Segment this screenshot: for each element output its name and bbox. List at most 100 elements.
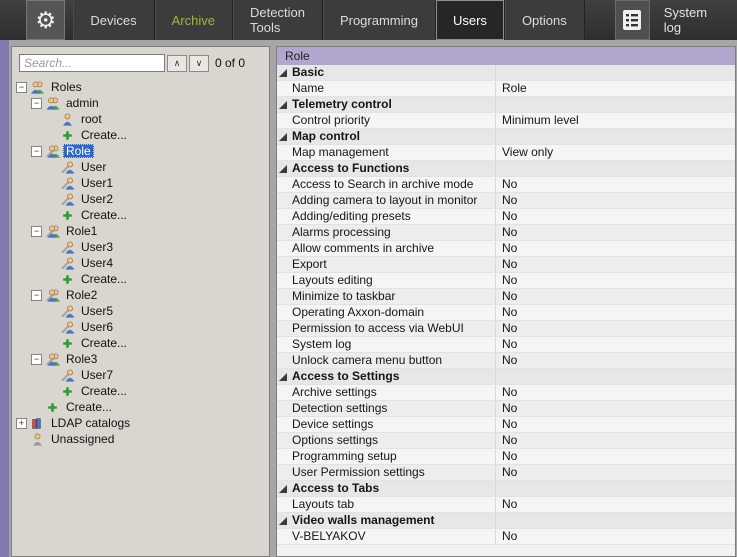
tree-item[interactable]: − Role bbox=[12, 143, 269, 159]
tree-item-label[interactable]: User3 bbox=[78, 240, 116, 254]
tree-item[interactable]: User2 bbox=[12, 191, 269, 207]
tree-item[interactable]: + LDAP catalogs bbox=[12, 415, 269, 431]
tree-item-label[interactable]: User bbox=[78, 160, 109, 174]
property-value[interactable]: No bbox=[495, 497, 735, 512]
property-group-header[interactable]: Access to Settings bbox=[277, 369, 735, 385]
tree-item-label[interactable]: Role1 bbox=[63, 224, 100, 238]
tree-item-label[interactable]: Create... bbox=[78, 384, 130, 398]
tree-item[interactable]: User1 bbox=[12, 175, 269, 191]
tree-item-label[interactable]: Create... bbox=[78, 208, 130, 222]
property-group-header[interactable]: Map control bbox=[277, 129, 735, 145]
property-value[interactable]: No bbox=[495, 449, 735, 464]
tree-indent bbox=[12, 167, 46, 168]
tab-users[interactable]: Users bbox=[436, 0, 505, 40]
property-value[interactable]: No bbox=[495, 401, 735, 416]
tab-programming[interactable]: Programming bbox=[323, 0, 436, 40]
property-group-header[interactable]: Access to Functions bbox=[277, 161, 735, 177]
tree-item[interactable]: − admin bbox=[12, 95, 269, 111]
property-group-header[interactable]: Video walls management bbox=[277, 513, 735, 529]
property-group-header[interactable]: Telemetry control bbox=[277, 97, 735, 113]
property-value[interactable]: No bbox=[495, 353, 735, 368]
tree-indent bbox=[12, 215, 46, 216]
property-value[interactable]: No bbox=[495, 417, 735, 432]
tab-detection-tools[interactable]: Detection Tools bbox=[233, 0, 323, 40]
search-input[interactable] bbox=[19, 54, 165, 72]
property-value[interactable]: No bbox=[495, 305, 735, 320]
property-value[interactable]: No bbox=[495, 433, 735, 448]
tree-item-label[interactable]: root bbox=[78, 112, 105, 126]
group-label: Access to Tabs bbox=[290, 481, 495, 496]
property-value[interactable]: No bbox=[495, 241, 735, 256]
tree-item[interactable]: − Role2 bbox=[12, 287, 269, 303]
tree-item[interactable]: User6 bbox=[12, 319, 269, 335]
tab-archive[interactable]: Archive bbox=[155, 0, 233, 40]
tree-item[interactable]: User7 bbox=[12, 367, 269, 383]
tree-item-label[interactable]: User5 bbox=[78, 304, 116, 318]
tree-item[interactable]: User3 bbox=[12, 239, 269, 255]
property-value[interactable]: No bbox=[495, 385, 735, 400]
tree-item[interactable]: Create... bbox=[12, 127, 269, 143]
property-value[interactable]: View only bbox=[495, 145, 735, 160]
tree-item-label[interactable]: Unassigned bbox=[48, 432, 117, 446]
tree-item-label[interactable]: Create... bbox=[63, 400, 115, 414]
tree-item-label[interactable]: Create... bbox=[78, 336, 130, 350]
tree-item[interactable]: − Role3 bbox=[12, 351, 269, 367]
tree-item[interactable]: User bbox=[12, 159, 269, 175]
search-next-button[interactable]: ∨ bbox=[189, 55, 209, 72]
property-value[interactable]: No bbox=[495, 289, 735, 304]
tree-item[interactable]: User4 bbox=[12, 255, 269, 271]
search-prev-button[interactable]: ∧ bbox=[167, 55, 187, 72]
tree-item[interactable]: User5 bbox=[12, 303, 269, 319]
tree-item-label[interactable]: User4 bbox=[78, 256, 116, 270]
tree-item-label[interactable]: Create... bbox=[78, 128, 130, 142]
tree-expander-minus[interactable]: − bbox=[31, 354, 42, 365]
tree-spacer bbox=[46, 167, 60, 168]
tree-item-label[interactable]: Role bbox=[63, 144, 94, 158]
property-value[interactable]: Minimum level bbox=[495, 113, 735, 128]
property-value[interactable]: No bbox=[495, 273, 735, 288]
tab-options[interactable]: Options bbox=[505, 0, 585, 40]
system-log-button[interactable]: System log bbox=[615, 0, 737, 40]
property-value[interactable]: No bbox=[495, 177, 735, 192]
tree-item-label[interactable]: Roles bbox=[48, 80, 85, 94]
property-value[interactable]: No bbox=[495, 337, 735, 352]
tree-expander-plus[interactable]: + bbox=[16, 418, 27, 429]
tree-item-label[interactable]: User2 bbox=[78, 192, 116, 206]
property-group-header[interactable]: Access to Tabs bbox=[277, 481, 735, 497]
tree-expander-minus[interactable]: − bbox=[31, 146, 42, 157]
property-value[interactable]: No bbox=[495, 465, 735, 480]
tree-item-label[interactable]: User1 bbox=[78, 176, 116, 190]
tree-item[interactable]: Unassigned bbox=[12, 431, 269, 447]
property-group-header[interactable]: Basic bbox=[277, 65, 735, 81]
property-value[interactable]: No bbox=[495, 257, 735, 272]
tree-expander-minus[interactable]: − bbox=[31, 226, 42, 237]
property-value[interactable]: No bbox=[495, 209, 735, 224]
property-value[interactable]: No bbox=[495, 529, 735, 544]
tree-item[interactable]: root bbox=[12, 111, 269, 127]
tree-item-label[interactable]: Role3 bbox=[63, 352, 100, 366]
tree-item-label[interactable]: User6 bbox=[78, 320, 116, 334]
tree-item-label[interactable]: admin bbox=[63, 96, 102, 110]
tree-item[interactable]: Create... bbox=[12, 207, 269, 223]
tree-item-label[interactable]: Create... bbox=[78, 272, 130, 286]
settings-gear-button[interactable]: ⚙ bbox=[26, 0, 65, 40]
property-value[interactable]: Role bbox=[495, 81, 735, 96]
group-triangle-icon bbox=[279, 517, 287, 525]
user-wrench-icon bbox=[60, 368, 75, 383]
tree-expander-minus[interactable]: − bbox=[16, 82, 27, 93]
tree-expander-minus[interactable]: − bbox=[31, 98, 42, 109]
tree-item[interactable]: Create... bbox=[12, 335, 269, 351]
property-value[interactable]: No bbox=[495, 225, 735, 240]
tree-expander-minus[interactable]: − bbox=[31, 290, 42, 301]
property-value[interactable]: No bbox=[495, 321, 735, 336]
property-value[interactable]: No bbox=[495, 193, 735, 208]
tree-item[interactable]: Create... bbox=[12, 271, 269, 287]
tree-item-label[interactable]: LDAP catalogs bbox=[48, 416, 133, 430]
tree-item[interactable]: − Role1 bbox=[12, 223, 269, 239]
tree-item[interactable]: Create... bbox=[12, 383, 269, 399]
tree-item-label[interactable]: Role2 bbox=[63, 288, 100, 302]
tab-devices[interactable]: Devices bbox=[73, 0, 154, 40]
tree-item[interactable]: Create... bbox=[12, 399, 269, 415]
tree-item-label[interactable]: User7 bbox=[78, 368, 116, 382]
tree-item[interactable]: − Roles bbox=[12, 79, 269, 95]
